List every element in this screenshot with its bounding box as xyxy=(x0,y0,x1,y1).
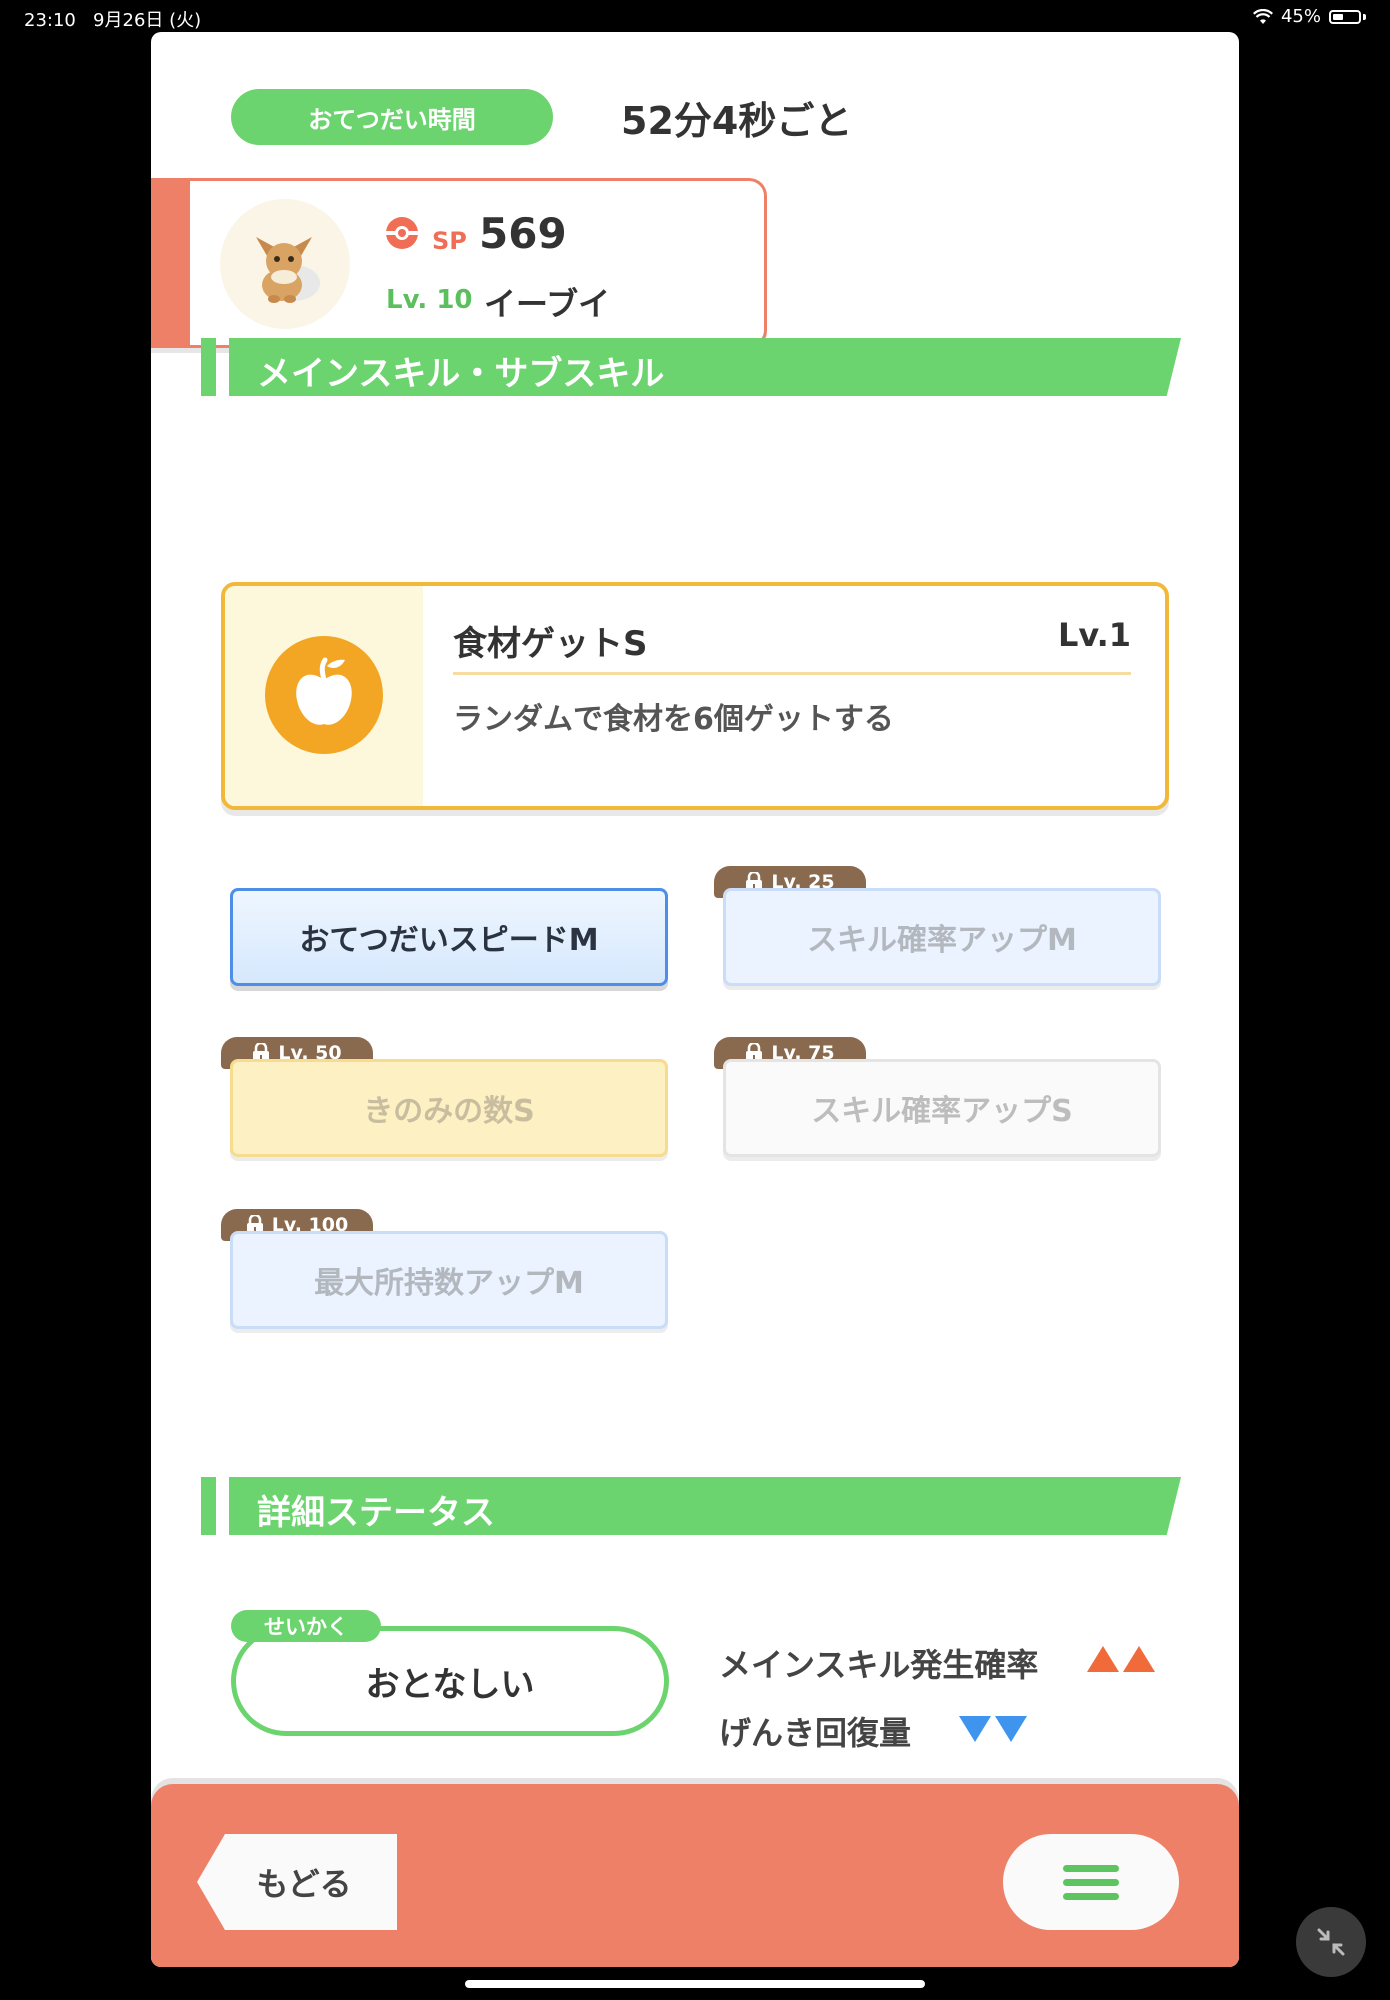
subskill-button-1[interactable]: おてつだいスピードM xyxy=(230,888,668,986)
subskill-button-5[interactable]: 最大所持数アップM xyxy=(230,1231,668,1329)
help-time-label: おてつだい時間 xyxy=(231,89,553,145)
subskill-button-4[interactable]: スキル確率アップS xyxy=(723,1059,1161,1157)
up-arrows-icon xyxy=(1087,1646,1155,1672)
status-indicators: 45% xyxy=(1253,6,1366,27)
apple-icon xyxy=(265,636,383,754)
details-section-title: 詳細ステータス xyxy=(257,1493,495,1533)
down-arrows-icon xyxy=(959,1716,1027,1742)
card-accent-stripe xyxy=(154,181,190,345)
hamburger-menu-icon xyxy=(1063,1858,1119,1907)
eevee-sprite-icon xyxy=(256,237,320,303)
collapse-window-button[interactable] xyxy=(1296,1907,1366,1977)
pokemon-name: イーブイ xyxy=(484,285,611,323)
back-button[interactable]: もどる xyxy=(197,1834,397,1930)
footer-bar: もどる xyxy=(151,1784,1239,1967)
details-section-header: 詳細ステータス xyxy=(201,1477,1181,1535)
nature-tag: せいかく xyxy=(231,1610,381,1642)
main-skill-description: ランダムで食材を6個ゲットする xyxy=(453,702,894,737)
main-skill-name: 食材ゲットS xyxy=(453,624,648,664)
subskill-button-3[interactable]: きのみの数S xyxy=(230,1059,668,1157)
pokeball-icon xyxy=(386,217,418,249)
home-indicator[interactable] xyxy=(465,1980,925,1988)
nature-value: おとなしい xyxy=(231,1626,669,1736)
status-clock: 23:10 9月26日 (火) xyxy=(24,6,201,32)
main-skill-level: Lv.1 xyxy=(1057,616,1131,654)
pokemon-avatar xyxy=(220,199,350,329)
nature-effect-down-label: げんき回復量 xyxy=(719,1714,912,1752)
skill-divider xyxy=(453,672,1131,675)
menu-button[interactable] xyxy=(1003,1834,1179,1930)
nature-effect-up-label: メインスキル発生確率 xyxy=(719,1646,1039,1684)
sp-value: 569 xyxy=(479,209,567,258)
main-skill-card[interactable]: 食材ゲットS Lv.1 ランダムで食材を6個ゲットする xyxy=(221,582,1169,810)
wifi-icon xyxy=(1253,8,1273,24)
skills-section-header: メインスキル・サブスキル xyxy=(201,338,1181,396)
status-bar: 23:10 9月26日 (火) 45% xyxy=(0,0,1390,34)
sp-label: SP xyxy=(432,227,467,255)
skills-section-title: メインスキル・サブスキル xyxy=(257,354,665,394)
pokemon-summary-card: SP 569 Lv. 10 イーブイ xyxy=(151,178,767,348)
battery-icon xyxy=(1329,9,1361,24)
help-time-value: 52分4秒ごと xyxy=(621,99,853,143)
battery-percent: 45% xyxy=(1280,6,1321,27)
status-date: 9月26日 (火) xyxy=(93,10,202,31)
pokemon-detail-panel: おてつだい時間 52分4秒ごと SP 569 Lv. 10 イーブイ メインスキ… xyxy=(151,32,1239,1967)
status-time: 23:10 xyxy=(24,10,76,31)
collapse-arrows-icon xyxy=(1317,1928,1345,1956)
subskill-button-2[interactable]: スキル確率アップM xyxy=(723,888,1161,986)
pokemon-level: Lv. 10 xyxy=(386,285,473,315)
